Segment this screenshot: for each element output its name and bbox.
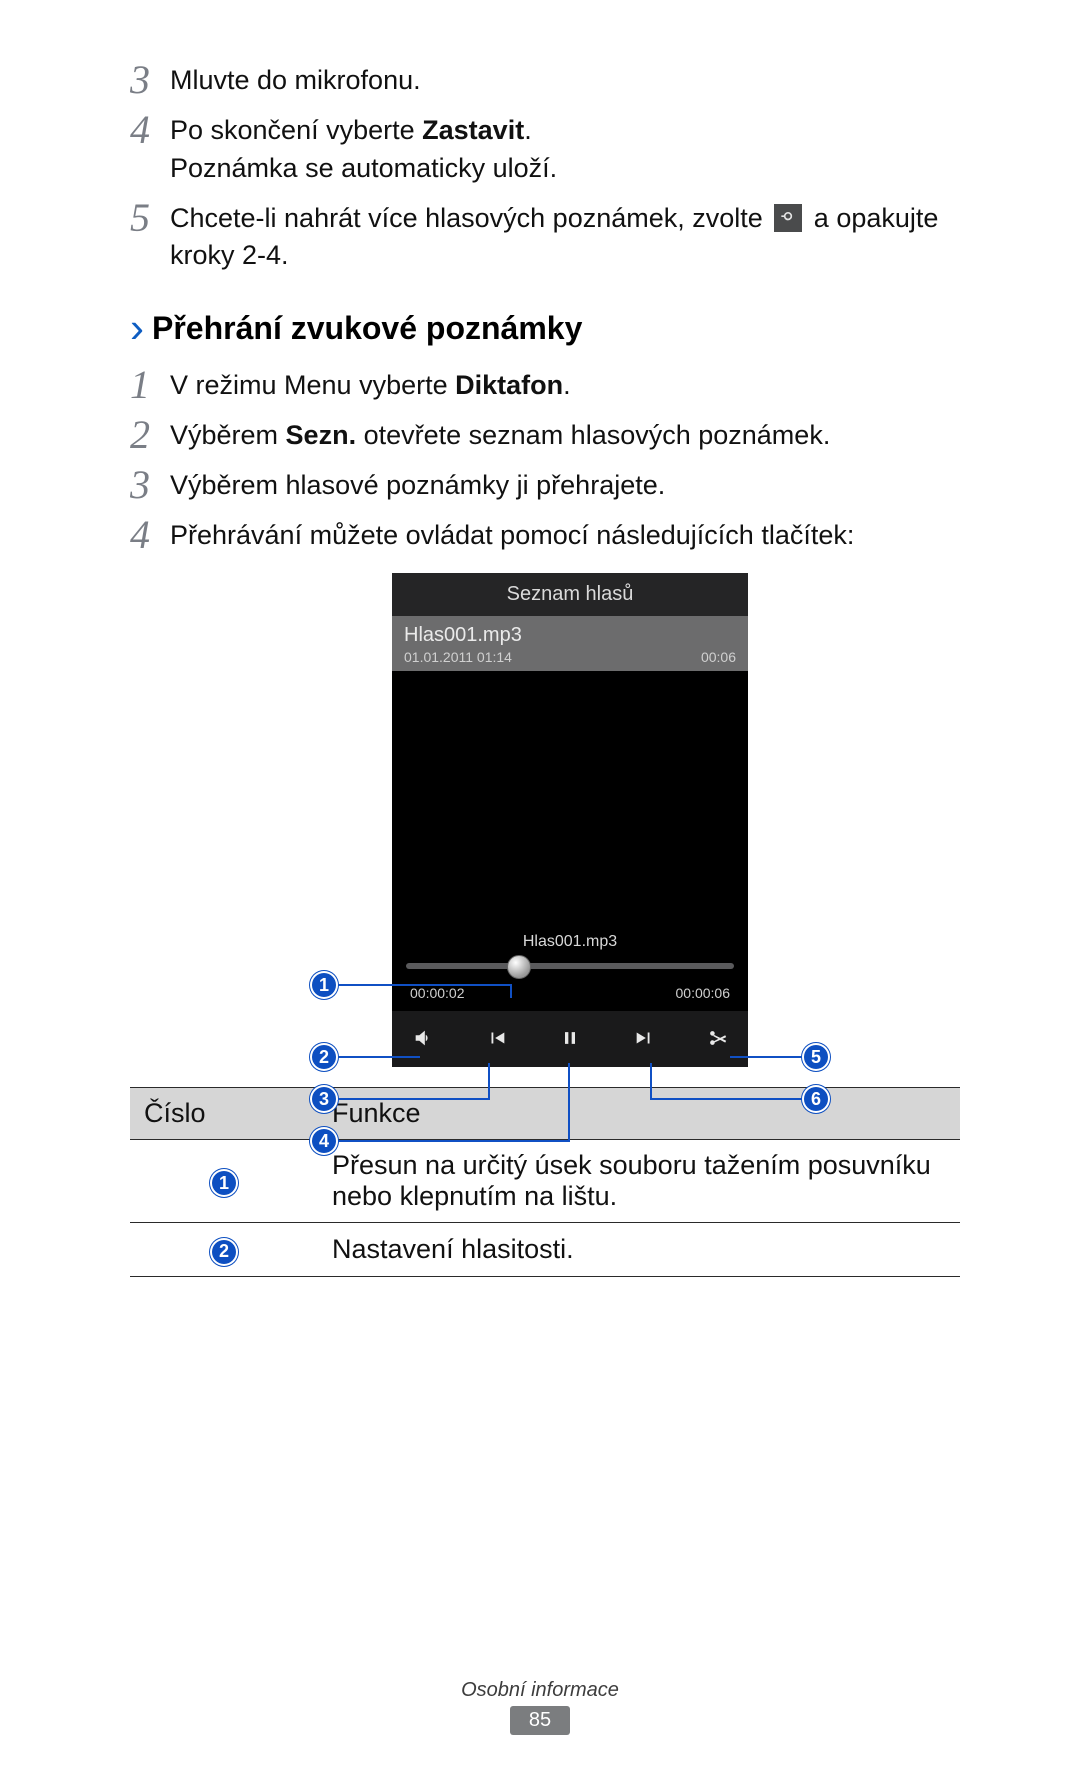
phone-item-filename: Hlas001.mp3 bbox=[404, 624, 736, 647]
footer-page-number: 85 bbox=[510, 1706, 570, 1735]
table-cell-number: 1 bbox=[130, 1140, 318, 1223]
lead-line bbox=[338, 984, 510, 986]
callout-3: 3 bbox=[310, 1085, 338, 1113]
table-header-function: Funkce bbox=[318, 1088, 960, 1140]
lead-line bbox=[650, 1098, 802, 1100]
page-footer: Osobní informace 85 bbox=[0, 1679, 1080, 1735]
step-text: Mluvte do mikrofonu. bbox=[170, 62, 960, 100]
callout-6: 6 bbox=[802, 1085, 830, 1113]
lead-line bbox=[568, 1063, 570, 1140]
phone-item-duration: 00:06 bbox=[701, 649, 736, 665]
step: 4Přehrávání můžete ovládat pomocí násled… bbox=[130, 515, 960, 555]
step-number: 4 bbox=[130, 515, 170, 555]
step: 4Po skončení vyberte Zastavit.Poznámka s… bbox=[130, 110, 960, 188]
step-number: 4 bbox=[130, 110, 170, 150]
step-text: Přehrávání můžete ovládat pomocí následu… bbox=[170, 517, 960, 555]
step-body: Výběrem hlasové poznámky ji přehrajete. bbox=[170, 465, 960, 505]
lead-line bbox=[650, 1063, 652, 1098]
phone-list-item: Hlas001.mp3 01.01.2011 01:14 00:06 bbox=[392, 616, 748, 671]
table-header-number: Číslo bbox=[130, 1088, 318, 1140]
footer-section: Osobní informace bbox=[0, 1679, 1080, 1702]
step-number: 5 bbox=[130, 198, 170, 238]
step-number: 2 bbox=[130, 415, 170, 455]
lead-line bbox=[730, 1056, 802, 1058]
step-body: Přehrávání můžete ovládat pomocí následu… bbox=[170, 515, 960, 555]
step: 5Chcete-li nahrát více hlasových poznáme… bbox=[130, 198, 960, 276]
bullet-icon: 1 bbox=[210, 1169, 238, 1197]
next-icon[interactable] bbox=[629, 1023, 659, 1053]
table-cell-desc: Přesun na určitý úsek souboru tažením po… bbox=[318, 1140, 960, 1223]
phone-progress[interactable] bbox=[392, 951, 748, 981]
step-body: Po skončení vyberte Zastavit.Poznámka se… bbox=[170, 110, 960, 188]
phone-controls bbox=[392, 1011, 748, 1067]
phone-item-datetime: 01.01.2011 01:14 bbox=[404, 649, 512, 665]
table-row: 2 Nastavení hlasitosti. bbox=[130, 1223, 960, 1277]
record-icon bbox=[774, 204, 802, 232]
phone-progress-thumb[interactable] bbox=[507, 955, 531, 979]
step-text: Chcete-li nahrát více hlasových poznámek… bbox=[170, 200, 960, 276]
phone-header: Seznam hlasů bbox=[392, 573, 748, 616]
step-body: Chcete-li nahrát více hlasových poznámek… bbox=[170, 198, 960, 276]
table-cell-number: 2 bbox=[130, 1223, 318, 1277]
step-text: Výběrem hlasové poznámky ji přehrajete. bbox=[170, 467, 960, 505]
chevron-right-icon: › bbox=[130, 307, 144, 349]
step-number: 1 bbox=[130, 365, 170, 405]
steps-b: 1V režimu Menu vyberte Diktafon.2Výběrem… bbox=[130, 365, 960, 555]
lead-line bbox=[338, 1056, 420, 1058]
pause-icon[interactable] bbox=[555, 1023, 585, 1053]
bullet-icon: 2 bbox=[210, 1238, 238, 1266]
table-cell-desc: Nastavení hlasitosti. bbox=[318, 1223, 960, 1277]
volume-icon[interactable] bbox=[408, 1023, 438, 1053]
callout-2: 2 bbox=[310, 1043, 338, 1071]
step-text: Výběrem Sezn. otevřete seznam hlasových … bbox=[170, 417, 960, 455]
callout-4: 4 bbox=[310, 1127, 338, 1155]
lead-line bbox=[338, 1098, 490, 1100]
lead-line bbox=[338, 1140, 570, 1142]
step-text: V režimu Menu vyberte Diktafon. bbox=[170, 367, 960, 405]
step-body: Mluvte do mikrofonu. bbox=[170, 60, 960, 100]
callout-1: 1 bbox=[310, 971, 338, 999]
step-body: V režimu Menu vyberte Diktafon. bbox=[170, 365, 960, 405]
steps-a: 3Mluvte do mikrofonu.4Po skončení vybert… bbox=[130, 60, 960, 275]
step: 3Mluvte do mikrofonu. bbox=[130, 60, 960, 100]
section-title: Přehrání zvukové poznámky bbox=[152, 310, 582, 347]
prev-icon[interactable] bbox=[482, 1023, 512, 1053]
step-body: Výběrem Sezn. otevřete seznam hlasových … bbox=[170, 415, 960, 455]
phone-progress-track bbox=[406, 963, 734, 969]
trim-icon[interactable] bbox=[702, 1023, 732, 1053]
phone-blank-area bbox=[392, 671, 748, 931]
page: 3Mluvte do mikrofonu.4Po skončení vybert… bbox=[0, 0, 1080, 1771]
phone-now-playing: Hlas001.mp3 bbox=[392, 931, 748, 951]
table-row: 1 Přesun na určitý úsek souboru tažením p… bbox=[130, 1140, 960, 1223]
phone-mock: Seznam hlasů Hlas001.mp3 01.01.2011 01:1… bbox=[392, 573, 748, 1067]
step-number: 3 bbox=[130, 60, 170, 100]
step-number: 3 bbox=[130, 465, 170, 505]
callout-5: 5 bbox=[802, 1043, 830, 1071]
step: 2Výběrem Sezn. otevřete seznam hlasových… bbox=[130, 415, 960, 455]
function-table: Číslo Funkce 1 Přesun na určitý úsek soub… bbox=[130, 1087, 960, 1277]
lead-line bbox=[488, 1063, 490, 1098]
step-text: Poznámka se automaticky uloží. bbox=[170, 150, 960, 188]
phone-figure: Seznam hlasů Hlas001.mp3 01.01.2011 01:1… bbox=[250, 573, 890, 1067]
phone-time-elapsed: 00:00:02 bbox=[410, 985, 465, 1001]
step-text: Po skončení vyberte Zastavit. bbox=[170, 112, 960, 150]
lead-line bbox=[510, 984, 512, 998]
step: 3Výběrem hlasové poznámky ji přehrajete. bbox=[130, 465, 960, 505]
step: 1V režimu Menu vyberte Diktafon. bbox=[130, 365, 960, 405]
section-heading: › Přehrání zvukové poznámky bbox=[130, 307, 960, 349]
phone-time-total: 00:00:06 bbox=[676, 985, 731, 1001]
